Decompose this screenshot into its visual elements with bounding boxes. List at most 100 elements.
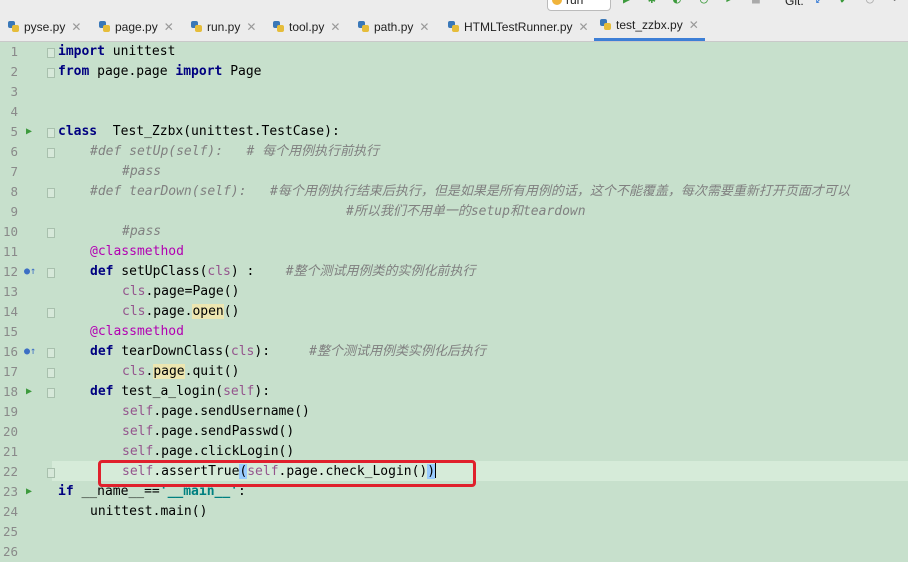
- self-param: cls: [122, 284, 146, 299]
- code-text: page: [153, 364, 185, 379]
- line-number: 14: [2, 304, 18, 319]
- tab-label: HTMLTestRunner.py: [464, 19, 573, 34]
- fold-icon[interactable]: [47, 188, 55, 198]
- line-number: 13: [2, 284, 18, 299]
- line-number: 1: [10, 44, 18, 59]
- code-line-17: cls.page.quit(): [122, 362, 239, 382]
- python-file-icon: [191, 20, 202, 33]
- vcs-commit-icon[interactable]: ✔: [840, 0, 848, 7]
- tab-label: page.py: [115, 19, 158, 34]
- fold-icon[interactable]: [47, 228, 55, 238]
- run-main-icon[interactable]: ▶: [26, 482, 32, 502]
- line-number: 7: [10, 164, 18, 179]
- tab-label: test_zzbx.py: [616, 18, 683, 32]
- line-number: 22: [2, 464, 18, 479]
- git-label: Git:: [785, 0, 804, 8]
- code-text: (): [223, 304, 240, 319]
- code-line-15: @classmethod: [90, 324, 184, 339]
- keyword: def: [90, 344, 114, 359]
- vcs-update-icon[interactable]: ↙: [815, 0, 823, 7]
- editor-gutter: 1 2 3 4 5 6 7 8 9 10 11 12 13 14 15 16 1…: [0, 42, 55, 562]
- line-number: 2: [10, 64, 18, 79]
- tab-tool[interactable]: tool.py ✕: [273, 12, 340, 41]
- annotation-highlight-box: [98, 460, 476, 487]
- close-icon[interactable]: ✕: [246, 20, 256, 34]
- tab-label: pyse.py: [24, 19, 66, 34]
- run-with-icon[interactable]: ▸: [725, 0, 733, 7]
- close-icon[interactable]: ✕: [419, 20, 429, 34]
- main-toolbar: run ▾ ▶ ✱ ◐ ◔ ▸ ■ Git: ↙ ✔ ◷ ↶: [0, 0, 908, 12]
- code-line-12: def setUpClass(cls) : #整个测试用例类的实例化前执行: [90, 262, 476, 282]
- keyword: import: [175, 64, 223, 79]
- stop-icon[interactable]: ■: [752, 0, 760, 7]
- fold-icon[interactable]: [47, 48, 55, 58]
- fold-icon[interactable]: [47, 348, 55, 358]
- python-file-icon: [273, 20, 284, 33]
- close-icon[interactable]: ✕: [164, 20, 174, 34]
- keyword: def: [90, 264, 114, 279]
- self-param: self: [122, 424, 154, 439]
- tab-path[interactable]: path.py ✕: [358, 12, 429, 41]
- code-line-14: cls.page.open(): [122, 302, 239, 322]
- code-text: page.page: [89, 64, 176, 79]
- fold-icon[interactable]: [47, 308, 55, 318]
- code-line-6: #def setUp(self): # 每个用例执行前执行: [90, 144, 380, 159]
- history-icon[interactable]: ◷: [866, 0, 874, 7]
- line-number: 11: [2, 244, 18, 259]
- line-number: 17: [2, 364, 18, 379]
- profile-icon[interactable]: ◔: [700, 0, 708, 7]
- line-number: 15: [2, 324, 18, 339]
- python-file-icon: [600, 19, 611, 31]
- run-test-method-icon[interactable]: ▶: [26, 382, 32, 402]
- line-number: 24: [2, 504, 18, 519]
- code-line-19: self.page.sendUsername(): [122, 402, 310, 422]
- self-param: self: [122, 444, 154, 459]
- fold-icon[interactable]: [47, 148, 55, 158]
- code-line-13: cls.page=Page(): [122, 282, 239, 302]
- override-method-icon[interactable]: ●↑: [24, 342, 36, 362]
- coverage-icon[interactable]: ◐: [673, 0, 681, 7]
- close-icon[interactable]: ✕: [330, 20, 340, 34]
- tab-htmltestrunner[interactable]: HTMLTestRunner.py ✕: [448, 12, 589, 41]
- comment: #整个测试用例类实例化后执行: [309, 344, 486, 359]
- fold-icon[interactable]: [47, 368, 55, 378]
- self-param: cls: [230, 344, 255, 359]
- line-number: 5: [10, 124, 18, 139]
- python-file-icon: [99, 20, 110, 33]
- revert-icon[interactable]: ↶: [892, 0, 900, 7]
- fold-icon[interactable]: [47, 128, 55, 138]
- override-method-icon[interactable]: ●↑: [24, 262, 36, 282]
- python-file-icon: [358, 20, 369, 33]
- line-number: 16: [2, 344, 18, 359]
- line-number: 26: [2, 544, 18, 559]
- line-number: 20: [2, 424, 18, 439]
- run-configuration-select[interactable]: run ▾: [547, 0, 611, 11]
- line-number: 25: [2, 524, 18, 539]
- tab-pyse[interactable]: pyse.py ✕: [8, 12, 81, 41]
- run-test-class-icon[interactable]: ▶: [26, 122, 32, 142]
- tab-run[interactable]: run.py ✕: [191, 12, 256, 41]
- fold-icon[interactable]: [47, 388, 55, 398]
- code-text: .page.sendUsername(): [153, 404, 310, 419]
- close-icon[interactable]: ✕: [579, 20, 589, 34]
- fold-icon[interactable]: [47, 268, 55, 278]
- close-icon[interactable]: ✕: [71, 20, 81, 34]
- debug-icon[interactable]: ✱: [648, 0, 656, 7]
- code-line-16: def tearDownClass(cls): #整个测试用例类实例化后执行: [90, 342, 486, 362]
- fold-icon[interactable]: [47, 468, 55, 478]
- tab-label: path.py: [374, 19, 414, 34]
- tab-test-zzbx[interactable]: test_zzbx.py ✕: [594, 12, 705, 41]
- fold-icon[interactable]: [47, 68, 55, 78]
- code-line-18: def test_a_login(self):: [90, 382, 270, 402]
- code-text: .page=Page(): [145, 284, 240, 299]
- close-icon[interactable]: ✕: [689, 18, 699, 32]
- keyword: import: [58, 44, 105, 59]
- tab-page[interactable]: page.py ✕: [99, 12, 174, 41]
- code-text: .page.: [145, 304, 193, 319]
- tab-label: tool.py: [289, 19, 325, 34]
- code-line-21: self.page.clickLogin(): [122, 442, 294, 462]
- run-icon[interactable]: ▶: [623, 0, 631, 7]
- code-line-5: class Test_Zzbx(unittest.TestCase):: [58, 122, 340, 142]
- code-line-2: from page.page import Page: [58, 62, 262, 82]
- python-file-icon: [8, 20, 19, 33]
